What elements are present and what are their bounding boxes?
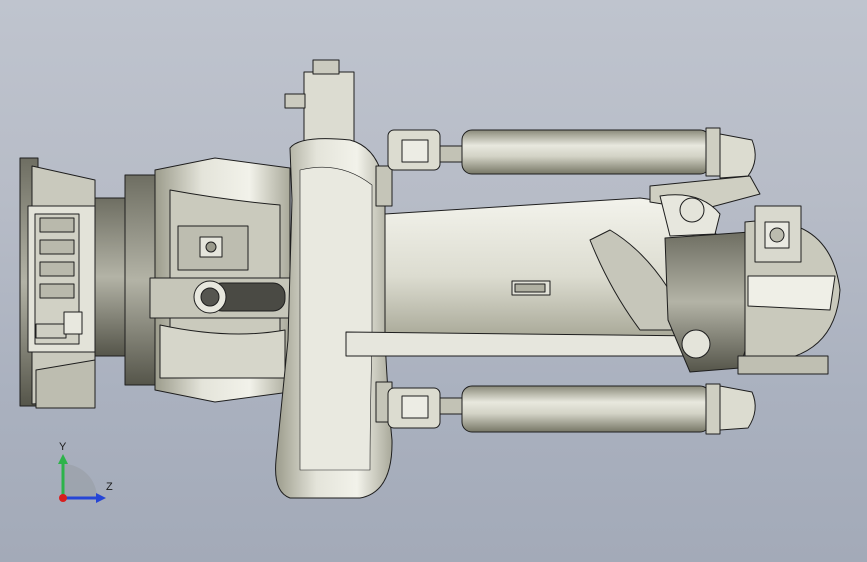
base-plate[interactable] [19, 157, 126, 409]
triad-sector [63, 464, 97, 498]
top-cylinder[interactable] [387, 127, 761, 211]
z-axis-arrow-icon [96, 493, 106, 503]
robot-arm-model[interactable] [0, 0, 867, 562]
y-axis-label: Y [59, 441, 67, 453]
y-axis-arrow-icon [58, 454, 68, 464]
z-axis-label: Z [106, 481, 113, 493]
base-column[interactable] [124, 157, 291, 403]
wrist-head[interactable] [659, 194, 841, 375]
graphics-viewport[interactable]: Y Z [0, 0, 867, 562]
bottom-cylinder[interactable] [387, 383, 756, 435]
x-axis-dot-icon [59, 494, 67, 502]
coordinate-triad: Y Z [58, 441, 113, 503]
lower-arm[interactable] [275, 59, 393, 499]
